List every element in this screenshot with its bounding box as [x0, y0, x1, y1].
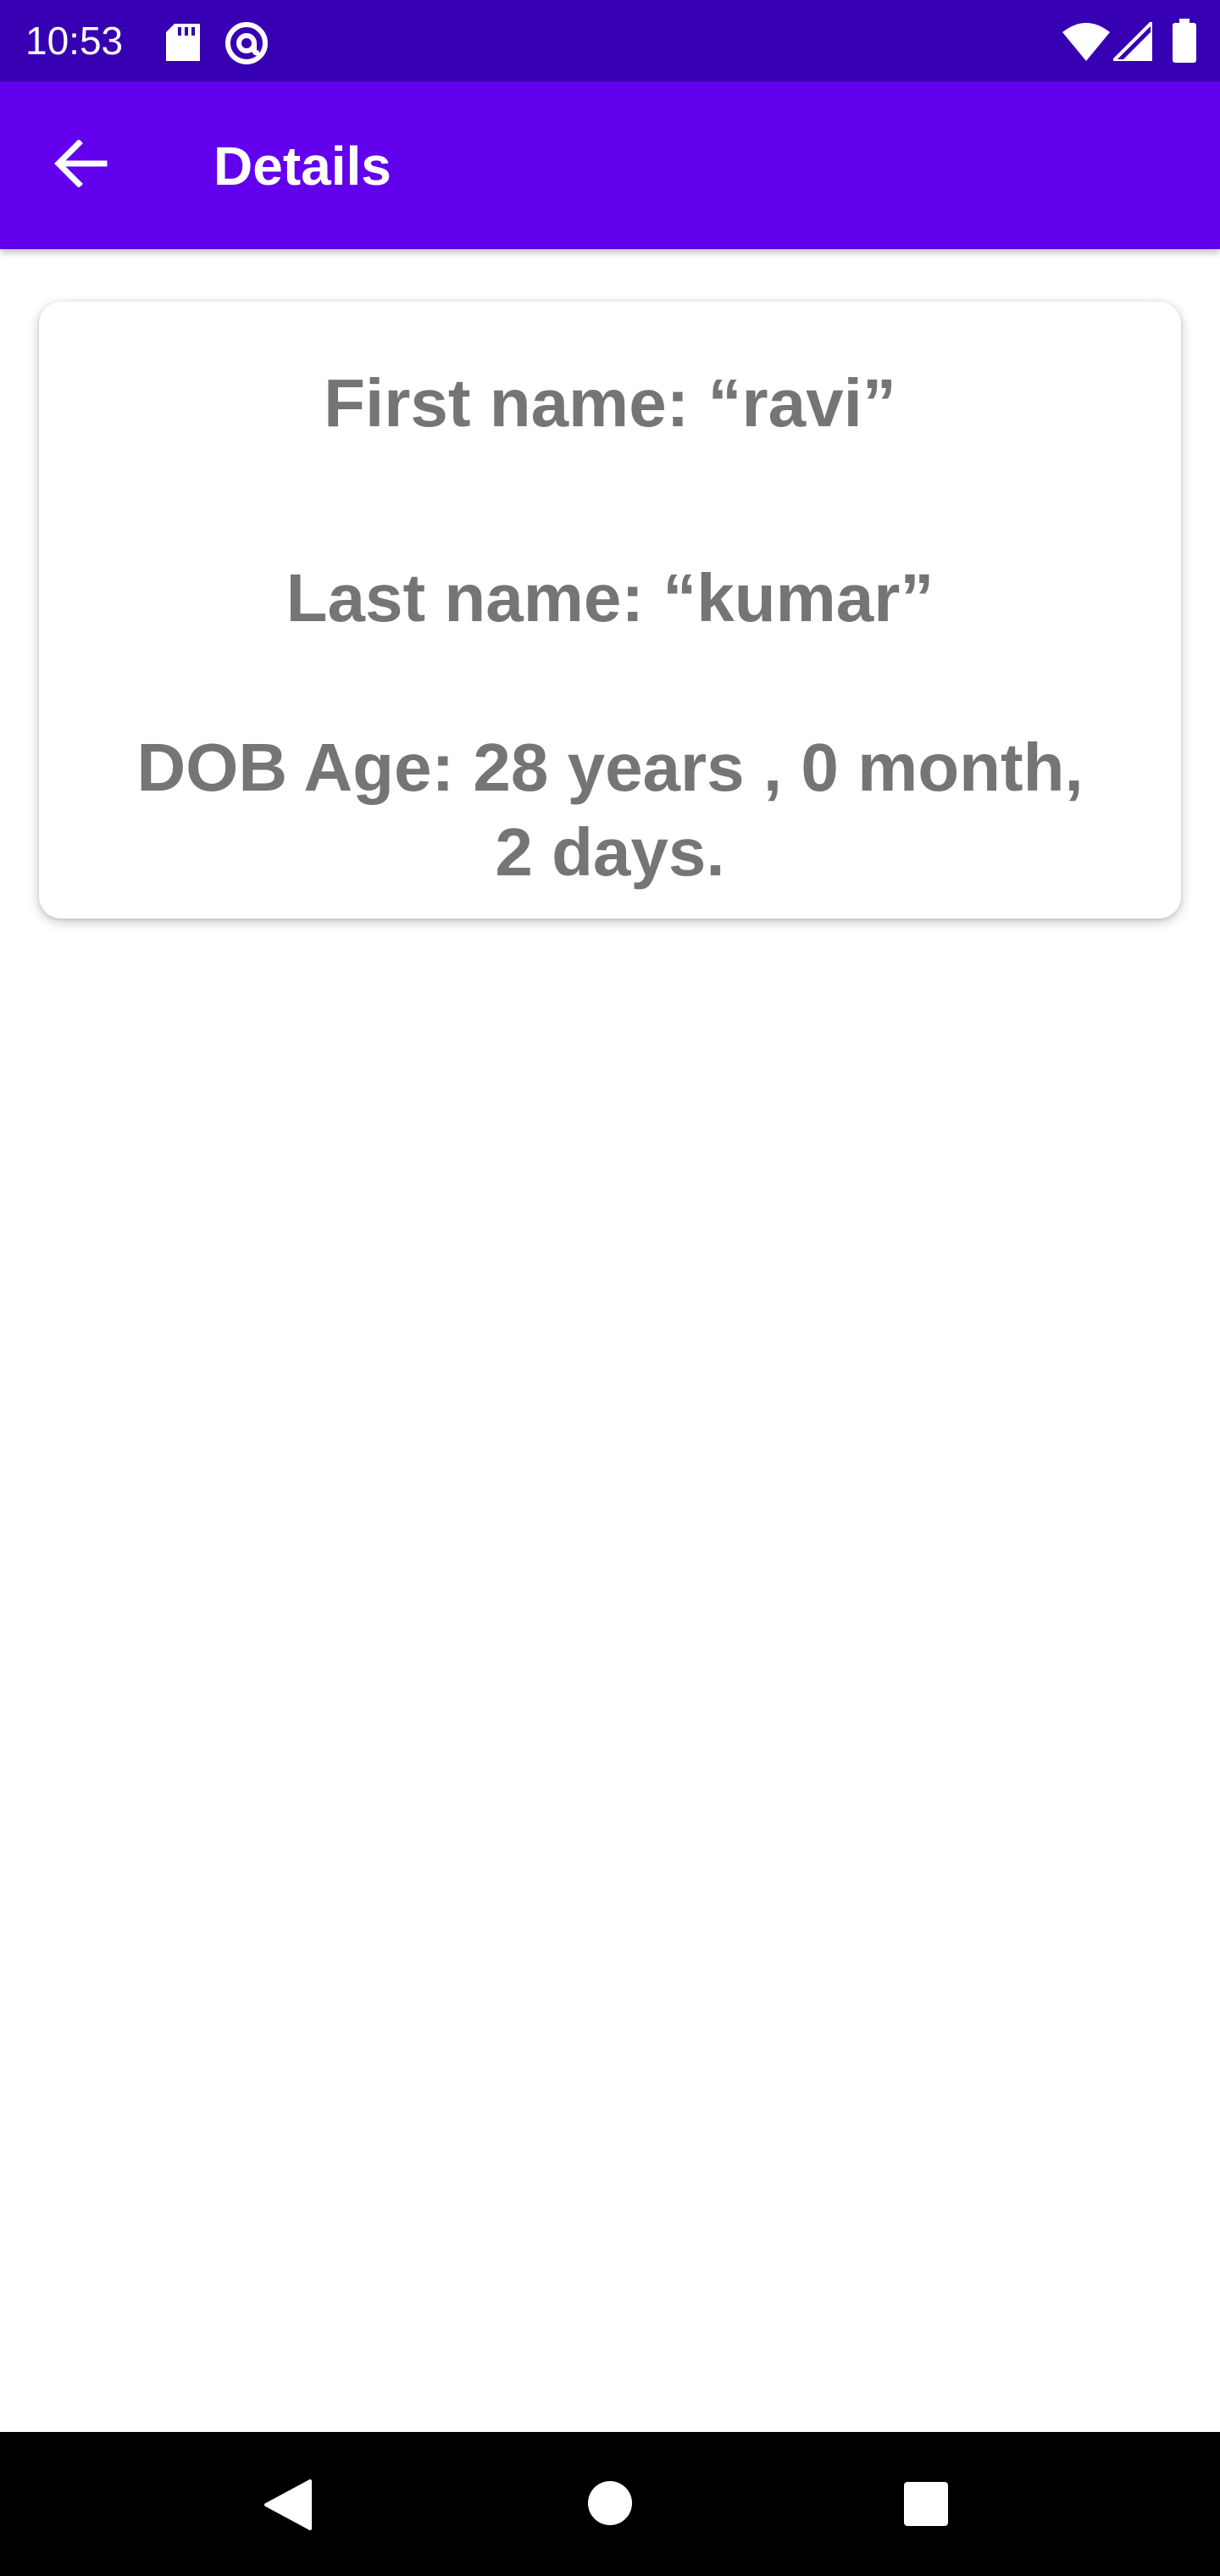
- dob-age-line-2: 2 days.: [495, 814, 725, 890]
- status-time: 10:53: [25, 19, 124, 63]
- recents-square-icon[interactable]: [903, 2481, 949, 2527]
- page-title: Details: [214, 136, 391, 197]
- dob-age-line-1: DOB Age: 28 years , 0 month,: [136, 730, 1084, 805]
- back-triangle-icon[interactable]: [263, 2478, 313, 2532]
- app-bar: Details: [0, 81, 1220, 249]
- wifi-icon: [1062, 22, 1110, 61]
- back-button[interactable]: [34, 127, 127, 203]
- battery-icon: [1173, 19, 1196, 63]
- arrow-back-icon: [53, 138, 108, 192]
- navigation-bar: [0, 2432, 1220, 2576]
- at-sign-icon: [224, 20, 269, 66]
- cell-signal-icon: [1109, 18, 1154, 63]
- last-name-text: Last name: “kumar”: [286, 560, 934, 636]
- details-card: First name: “ravi” Last name: “kumar” DO…: [39, 302, 1181, 919]
- status-bar: 10:53: [0, 0, 1220, 81]
- home-circle-icon[interactable]: [586, 2479, 634, 2527]
- sd-card-icon: [166, 24, 200, 61]
- first-name-text: First name: “ravi”: [324, 365, 896, 441]
- dob-age-text: DOB Age: 28 years , 0 month, 2 days.: [39, 725, 1181, 895]
